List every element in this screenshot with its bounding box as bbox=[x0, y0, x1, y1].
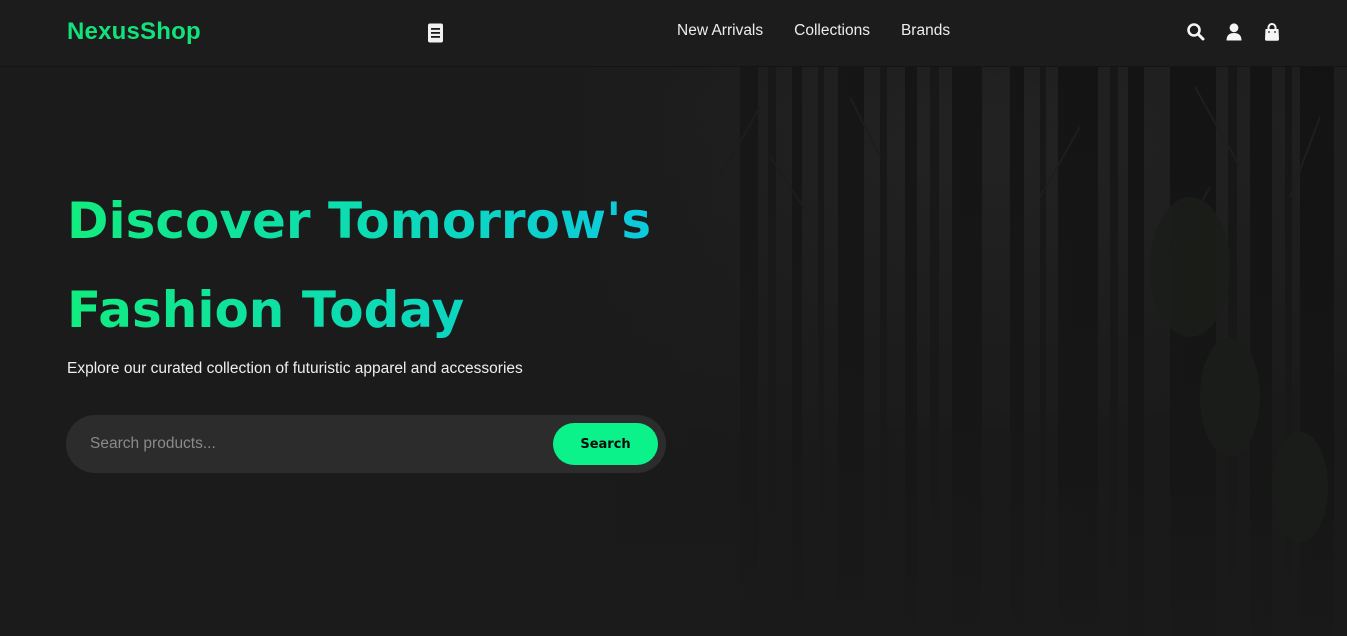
hamburger-menu-icon[interactable] bbox=[427, 23, 444, 43]
nav-link-new-arrivals[interactable]: New Arrivals bbox=[677, 22, 763, 40]
hero-title: Discover Tomorrow's Fashion Today bbox=[67, 177, 707, 355]
hero-section: Discover Tomorrow's Fashion Today Explor… bbox=[0, 67, 1347, 636]
nav-link-brands[interactable]: Brands bbox=[901, 22, 950, 40]
nav-link-collections[interactable]: Collections bbox=[794, 22, 870, 40]
nav-actions bbox=[1186, 22, 1282, 42]
search-icon[interactable] bbox=[1186, 22, 1206, 42]
hero-title-line-2: Fashion Today bbox=[67, 281, 465, 339]
search-bar: Search bbox=[66, 415, 666, 473]
search-input[interactable] bbox=[66, 415, 546, 473]
hero-subtitle: Explore our curated collection of futuri… bbox=[67, 360, 523, 377]
hero-title-line-1: Discover Tomorrow's bbox=[67, 192, 652, 250]
shopping-bag-icon[interactable] bbox=[1262, 22, 1282, 42]
brand-logo[interactable]: NexusShop bbox=[67, 18, 201, 46]
main-nav: New Arrivals Collections Brands bbox=[677, 22, 950, 40]
user-icon[interactable] bbox=[1224, 22, 1244, 42]
navbar: NexusShop New Arrivals Collections Brand… bbox=[0, 0, 1347, 67]
search-button[interactable]: Search bbox=[553, 423, 658, 465]
